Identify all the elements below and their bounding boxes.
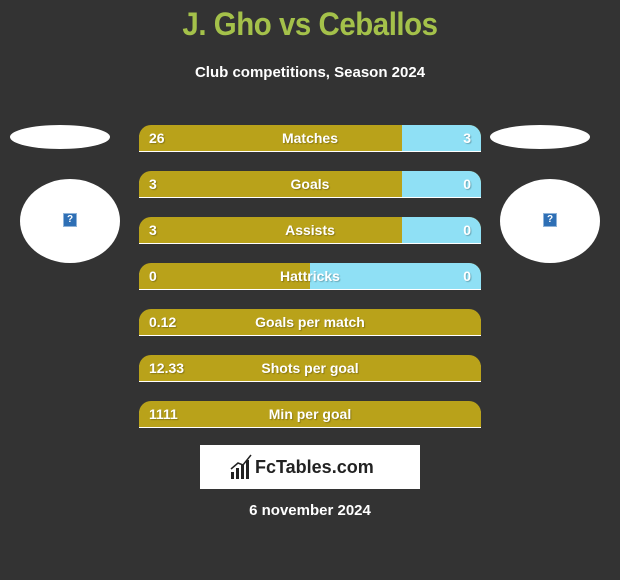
- left-player-logo: ?: [20, 179, 120, 263]
- stat-row-min-per-goal: 1111 Min per goal: [139, 401, 481, 427]
- right-value: 0: [463, 268, 471, 284]
- broken-image-icon: ?: [63, 213, 77, 227]
- competition-subtitle: Club competitions, Season 2024: [194, 64, 426, 81]
- broken-image-icon: ?: [543, 213, 557, 227]
- right-player-logo: ?: [500, 179, 600, 263]
- stat-row-hattricks: 0 Hattricks 0: [139, 263, 481, 289]
- date-label: 6 november 2024: [249, 502, 371, 519]
- right-value: 0: [463, 176, 471, 192]
- fctables-logo[interactable]: FcTables.com: [200, 445, 420, 489]
- page-title: J. Gho vs Ceballos: [182, 6, 438, 42]
- stat-label: Min per goal: [268, 406, 352, 422]
- brand-name: FcTables.com: [255, 457, 374, 477]
- stat-row-goals-per-match: 0.12 Goals per match: [139, 309, 481, 335]
- stat-label: Shots per goal: [261, 360, 359, 376]
- stat-row-shots-per-goal: 12.33 Shots per goal: [139, 355, 481, 381]
- stat-label: Hattricks: [280, 268, 340, 284]
- right-value: 3: [463, 130, 471, 146]
- stat-row-goals: 3 Goals 0: [139, 171, 481, 197]
- left-player-name-pill: [10, 125, 110, 149]
- stat-row-matches: 26 Matches 3: [139, 125, 481, 151]
- right-player-name-pill: [490, 125, 590, 149]
- stat-label: Assists: [285, 222, 335, 238]
- bar-chart-icon: [230, 454, 252, 479]
- stat-row-assists: 3 Assists 0: [139, 217, 481, 243]
- stat-label: Goals: [290, 176, 330, 192]
- stat-label: Goals per match: [255, 314, 365, 330]
- right-value: 0: [463, 222, 471, 238]
- stat-label: Matches: [281, 130, 339, 146]
